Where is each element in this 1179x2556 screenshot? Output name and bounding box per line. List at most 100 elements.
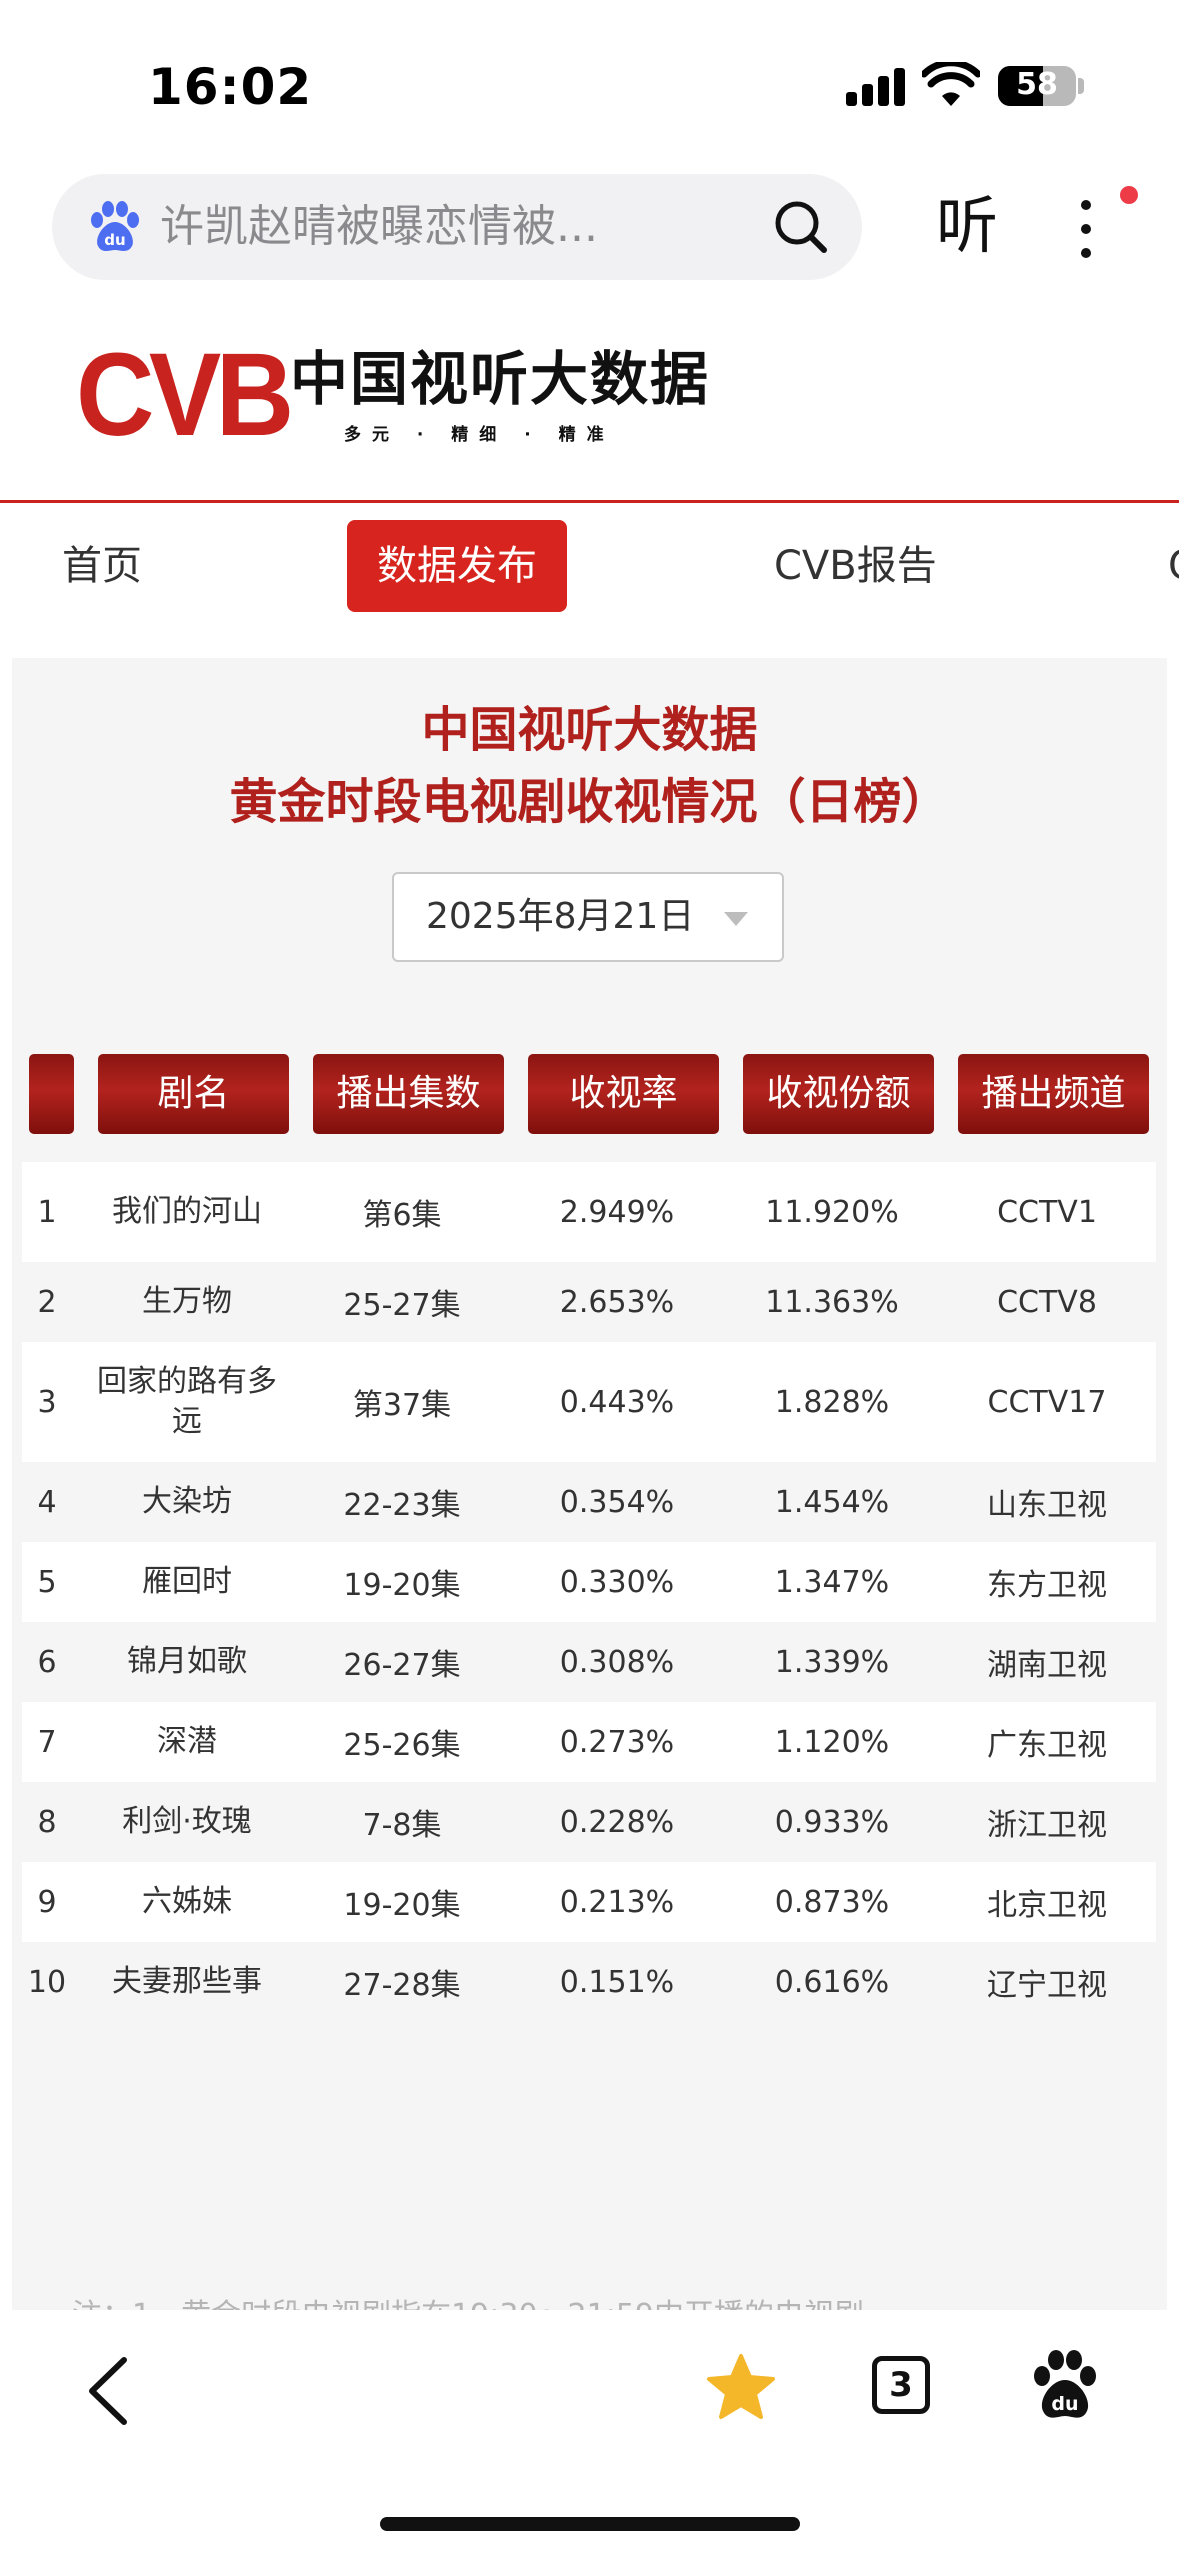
table-row: 7 深潜 25-26集 0.273% 1.120% 广东卫视 bbox=[22, 1702, 1156, 1782]
channel-cell: 广东卫视 bbox=[987, 1728, 1107, 1763]
rating-cell: 0.213% bbox=[559, 1884, 675, 1920]
search-input[interactable]: 许凯赵晴被曝恋情被... bbox=[160, 198, 760, 256]
episodes-cell: 7-8集 bbox=[362, 1808, 442, 1843]
table-row: 2 生万物 25-27集 2.653% 11.363% CCTV8 bbox=[22, 1262, 1156, 1342]
table-header-rank bbox=[29, 1054, 74, 1134]
drama-name-cell: 回家的路有多远 bbox=[97, 1364, 277, 1439]
search-bar[interactable]: du 许凯赵晴被曝恋情被... bbox=[52, 174, 862, 280]
rank-cell: 7 bbox=[37, 1724, 57, 1760]
battery-icon: 58 bbox=[998, 66, 1076, 106]
share-cell: 0.873% bbox=[774, 1884, 890, 1920]
share-cell: 1.454% bbox=[774, 1484, 890, 1520]
rating-cell: 0.330% bbox=[559, 1564, 675, 1600]
date-select[interactable]: 2025年8月21日 bbox=[392, 872, 784, 962]
chevron-down-icon bbox=[724, 912, 748, 926]
rank-cell: 3 bbox=[37, 1384, 57, 1420]
channel-cell: 浙江卫视 bbox=[987, 1808, 1107, 1843]
cellular-signal-icon bbox=[846, 66, 908, 106]
channel-cell: 山东卫视 bbox=[987, 1488, 1107, 1523]
home-indicator[interactable] bbox=[380, 2517, 800, 2531]
table-row: 9 六姊妹 19-20集 0.213% 0.873% 北京卫视 bbox=[22, 1862, 1156, 1942]
rating-cell: 0.151% bbox=[559, 1964, 675, 2000]
episodes-cell: 19-20集 bbox=[343, 1888, 461, 1923]
ratings-panel: 中国视听大数据 黄金时段电视剧收视情况（日榜） 2025年8月21日 剧名 播出… bbox=[12, 658, 1167, 2333]
panel-subtitle: 黄金时段电视剧收视情况（日榜） bbox=[229, 774, 950, 830]
drama-name-cell: 生万物 bbox=[142, 1284, 232, 1319]
table-header-name: 剧名 bbox=[98, 1054, 289, 1134]
rank-cell: 1 bbox=[37, 1194, 57, 1230]
logo-tagline: 多元 · 精细 · 精准 bbox=[344, 425, 615, 445]
table-header-share: 收视份额 bbox=[743, 1054, 934, 1134]
battery-tip bbox=[1078, 78, 1084, 94]
share-cell: 1.339% bbox=[774, 1644, 890, 1680]
rating-cell: 0.228% bbox=[559, 1804, 675, 1840]
episodes-cell: 27-28集 bbox=[343, 1968, 461, 2003]
search-icon[interactable] bbox=[770, 196, 832, 258]
channel-cell: 东方卫视 bbox=[987, 1568, 1107, 1603]
share-cell: 1.347% bbox=[774, 1564, 890, 1600]
rating-cell: 2.949% bbox=[559, 1194, 675, 1230]
logo-name: 中国视听大数据 bbox=[290, 345, 711, 413]
back-arrow-icon[interactable] bbox=[78, 2350, 138, 2432]
rank-cell: 4 bbox=[37, 1484, 57, 1520]
rating-cell: 0.273% bbox=[559, 1724, 675, 1760]
rank-cell: 6 bbox=[37, 1644, 57, 1680]
drama-name-cell: 夫妻那些事 bbox=[112, 1964, 262, 1999]
episodes-cell: 第37集 bbox=[352, 1388, 452, 1423]
svg-text:du: du bbox=[104, 231, 125, 249]
nav-tab-cvb-report[interactable]: CVB报告 bbox=[774, 520, 937, 612]
table-row: 4 大染坊 22-23集 0.354% 1.454% 山东卫视 bbox=[22, 1462, 1156, 1542]
channel-cell: 湖南卫视 bbox=[987, 1648, 1107, 1683]
more-menu-icon[interactable] bbox=[1066, 194, 1106, 264]
share-cell: 11.920% bbox=[765, 1194, 899, 1230]
date-value: 2025年8月21日 bbox=[426, 896, 695, 937]
channel-cell: 辽宁卫视 bbox=[987, 1968, 1107, 2003]
status-time: 16:02 bbox=[148, 58, 313, 116]
channel-cell: 北京卫视 bbox=[987, 1888, 1107, 1923]
logo-letters: CVB bbox=[76, 329, 294, 461]
star-icon[interactable] bbox=[706, 2352, 776, 2422]
share-cell: 1.120% bbox=[774, 1724, 890, 1760]
table-header-episodes: 播出集数 bbox=[313, 1054, 504, 1134]
ratings-table-body: 1 我们的河山 第6集 2.949% 11.920% CCTV1 2 生万物 25-27集 2.6… bbox=[22, 1162, 1156, 2022]
episodes-cell: 第6集 bbox=[362, 1198, 442, 1233]
drama-name-cell: 深潜 bbox=[157, 1724, 217, 1759]
episodes-cell: 19-20集 bbox=[343, 1568, 461, 1603]
table-row: 3 回家的路有多远 第37集 0.443% 1.828% CCTV17 bbox=[22, 1342, 1156, 1462]
episodes-cell: 22-23集 bbox=[343, 1488, 461, 1523]
status-bar: 16:02 58 bbox=[0, 0, 1179, 170]
svg-text:du: du bbox=[1051, 2393, 1078, 2415]
rank-cell: 2 bbox=[37, 1284, 57, 1320]
episodes-cell: 25-26集 bbox=[343, 1728, 461, 1763]
channel-cell: CCTV8 bbox=[997, 1284, 1097, 1320]
share-cell: 0.933% bbox=[774, 1804, 890, 1840]
channel-cell: CCTV1 bbox=[997, 1194, 1097, 1230]
rating-cell: 0.443% bbox=[559, 1384, 675, 1420]
notification-dot bbox=[1120, 186, 1138, 204]
channel-cell: CCTV17 bbox=[987, 1384, 1107, 1420]
drama-name-cell: 我们的河山 bbox=[112, 1194, 262, 1229]
table-header-rating: 收视率 bbox=[528, 1054, 719, 1134]
drama-name-cell: 雁回时 bbox=[142, 1564, 232, 1599]
table-row: 8 利剑·玫瑰 7-8集 0.228% 0.933% 浙江卫视 bbox=[22, 1782, 1156, 1862]
baidu-app-icon[interactable]: du bbox=[1032, 2350, 1098, 2422]
panel-title: 中国视听大数据 bbox=[421, 702, 758, 758]
rank-cell: 5 bbox=[37, 1564, 57, 1600]
rating-cell: 0.354% bbox=[559, 1484, 675, 1520]
nav-tab-data-release[interactable]: 数据发布 bbox=[347, 520, 567, 612]
nav-tab-home[interactable]: 首页 bbox=[62, 520, 142, 612]
share-cell: 0.616% bbox=[774, 1964, 890, 2000]
baidu-paw-icon: du bbox=[91, 201, 139, 251]
rating-cell: 0.308% bbox=[559, 1644, 675, 1680]
table-row: 1 我们的河山 第6集 2.949% 11.920% CCTV1 bbox=[22, 1162, 1156, 1262]
tab-count-button[interactable]: 3 bbox=[872, 2356, 930, 2414]
rank-cell: 8 bbox=[37, 1804, 57, 1840]
table-row: 6 锦月如歌 26-27集 0.308% 1.339% 湖南卫视 bbox=[22, 1622, 1156, 1702]
drama-name-cell: 大染坊 bbox=[142, 1484, 232, 1519]
battery-level: 58 bbox=[1016, 67, 1058, 102]
episodes-cell: 25-27集 bbox=[343, 1288, 461, 1323]
nav-tab-more[interactable]: C bbox=[1168, 520, 1179, 612]
table-row: 10 夫妻那些事 27-28集 0.151% 0.616% 辽宁卫视 bbox=[22, 1942, 1156, 2022]
listen-button[interactable]: 听 bbox=[936, 186, 1006, 266]
cvb-logo[interactable]: CVB 中国视听大数据 多元 · 精细 · 精准 bbox=[76, 330, 708, 460]
